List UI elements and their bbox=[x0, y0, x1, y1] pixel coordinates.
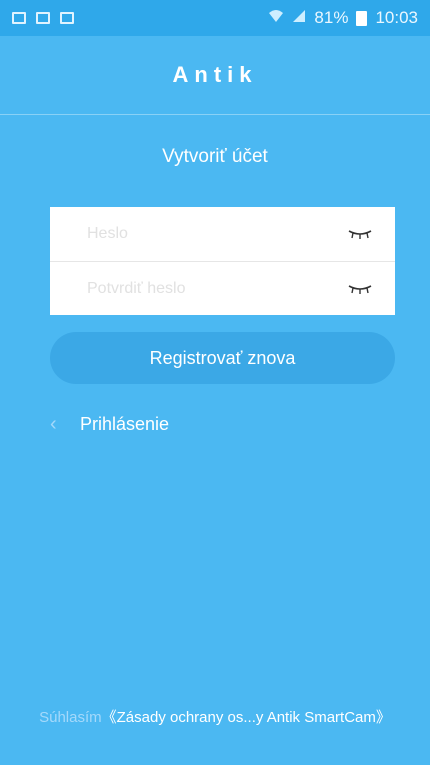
wifi-icon bbox=[268, 8, 284, 28]
privacy-policy-link[interactable]: 《Zásady ochrany os...y Antik SmartCam》 bbox=[102, 709, 391, 726]
confirm-password-input[interactable] bbox=[85, 278, 329, 299]
privacy-agreement: Súhlasím《Zásady ochrany os...y Antik Sma… bbox=[0, 706, 430, 727]
eye-closed-icon[interactable] bbox=[347, 227, 373, 245]
status-icons-left bbox=[12, 12, 74, 24]
gallery-icon bbox=[36, 12, 50, 24]
password-row bbox=[50, 207, 395, 261]
app-title: Antik bbox=[172, 62, 258, 87]
password-form bbox=[50, 207, 395, 315]
login-link[interactable]: ‹ Prihlásenie bbox=[50, 413, 169, 436]
clock: 10:03 bbox=[375, 8, 418, 27]
status-icons-right: 81% 10:03 bbox=[268, 8, 418, 28]
page-title: Vytvoriť účet bbox=[162, 146, 268, 167]
app-header: Antik bbox=[0, 36, 430, 115]
battery-icon bbox=[356, 10, 368, 26]
screenshot-icon bbox=[12, 12, 26, 24]
chevron-left-icon: ‹ bbox=[50, 413, 57, 435]
battery-percent: 81% bbox=[314, 8, 349, 27]
signal-icon bbox=[292, 8, 306, 28]
message-icon bbox=[60, 12, 74, 24]
status-bar: 81% 10:03 bbox=[0, 0, 430, 36]
register-button-label: Registrovať znova bbox=[149, 347, 296, 368]
register-button[interactable]: Registrovať znova bbox=[50, 332, 395, 384]
agree-text: Súhlasím bbox=[39, 709, 102, 726]
confirm-password-row bbox=[50, 261, 395, 315]
eye-closed-icon[interactable] bbox=[347, 282, 373, 300]
password-input[interactable] bbox=[85, 224, 329, 244]
login-link-label: Prihlásenie bbox=[80, 414, 170, 434]
